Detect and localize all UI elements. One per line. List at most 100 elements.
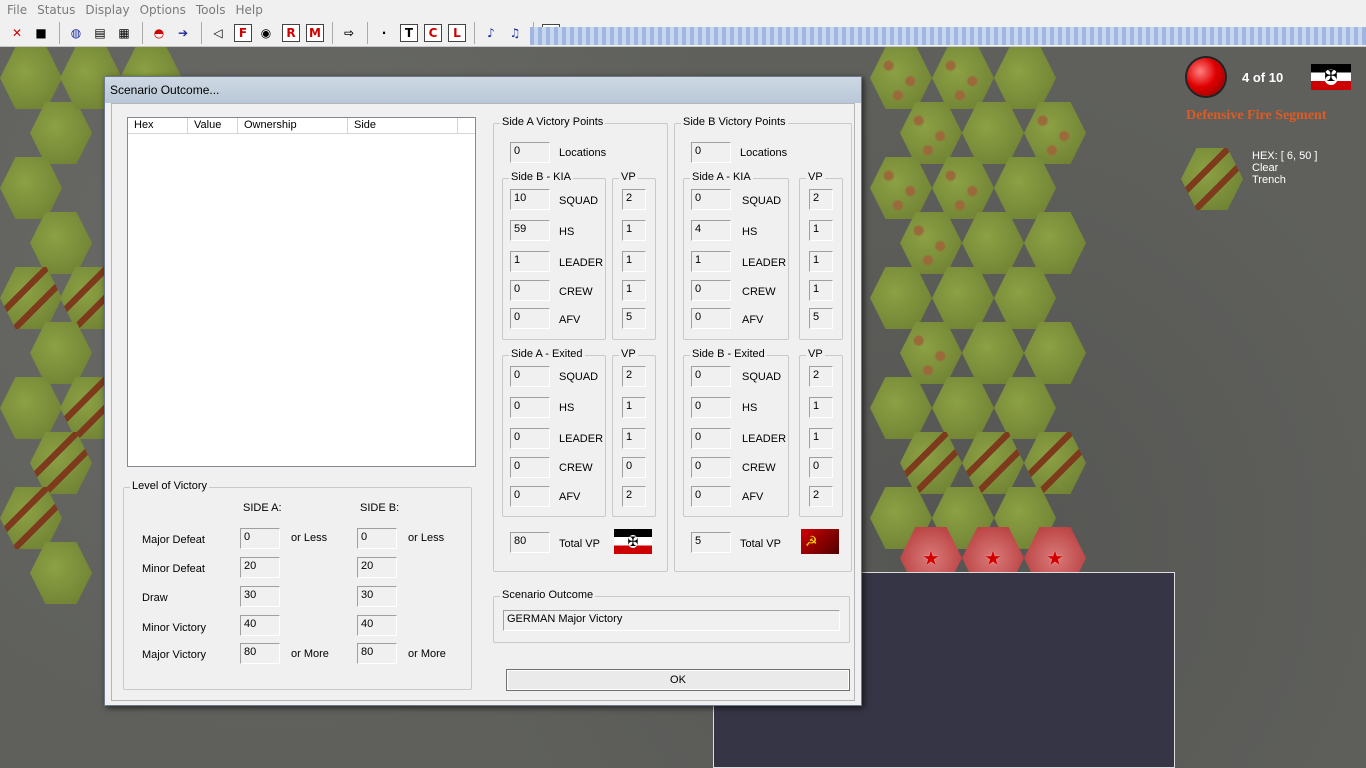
unit-label: CREW (559, 462, 593, 474)
l-button[interactable]: L (448, 23, 466, 42)
map-hex[interactable] (30, 212, 92, 274)
map-hex[interactable] (30, 322, 92, 384)
eye-icon[interactable]: ◉ (255, 22, 277, 44)
or-less-label: or Less (291, 532, 328, 544)
lov-label: Minor Victory (142, 622, 206, 634)
map-hex[interactable] (962, 212, 1024, 274)
map-hex[interactable] (932, 267, 994, 329)
map-hex[interactable] (0, 157, 62, 219)
map-hex[interactable] (994, 267, 1056, 329)
map-hex[interactable] (870, 157, 932, 219)
map-hex[interactable] (30, 432, 92, 494)
map-hex[interactable] (30, 542, 92, 604)
map-hex[interactable] (1024, 432, 1086, 494)
exited-count: 0 (691, 366, 731, 387)
exited-count: 0 (510, 457, 550, 478)
fx-icon[interactable]: ♪ (480, 22, 502, 44)
kia-vp: 5 (809, 308, 833, 329)
dialog-title[interactable]: Scenario Outcome... (105, 77, 861, 103)
grid-icon[interactable]: ▦ (113, 22, 135, 44)
group-label: Side A - Exited (509, 348, 585, 360)
music-icon[interactable]: ♫ (504, 22, 526, 44)
globe-icon[interactable]: ◍ (65, 22, 87, 44)
map-hex[interactable] (0, 267, 62, 329)
map-hex[interactable] (962, 102, 1024, 164)
map-hex[interactable] (994, 157, 1056, 219)
total-vp-label: Total VP (740, 538, 781, 550)
c-button[interactable]: C (424, 23, 442, 42)
lov-label: Major Defeat (142, 534, 205, 546)
dot-button[interactable]: · (373, 22, 395, 44)
side-a-draw: 30 (240, 586, 280, 607)
column-ownership[interactable]: Ownership (238, 118, 348, 133)
menu-display[interactable]: Display (80, 3, 134, 17)
exited-count: 0 (691, 428, 731, 449)
map-icon[interactable]: ▤ (89, 22, 111, 44)
map-hex[interactable] (900, 102, 962, 164)
side-a-total-vp: 80 (510, 532, 550, 553)
kia-vp: 2 (809, 189, 833, 210)
map-hex[interactable] (962, 322, 1024, 384)
move-button[interactable]: M (306, 23, 324, 42)
kia-vp: 1 (622, 220, 646, 241)
save-icon[interactable]: ■ (30, 22, 52, 44)
location-list[interactable]: Hex Value Ownership Side (127, 117, 476, 467)
map-hex[interactable] (870, 267, 932, 329)
total-vp-label: Total VP (559, 538, 600, 550)
map-hex[interactable] (0, 377, 62, 439)
map-hex[interactable] (1024, 102, 1086, 164)
locations-label: Locations (559, 147, 607, 159)
map-hex[interactable] (900, 432, 962, 494)
map-hex[interactable] (994, 377, 1056, 439)
map-hex[interactable] (1024, 322, 1086, 384)
exited-vp: 1 (622, 428, 646, 449)
map-hex[interactable] (962, 432, 1024, 494)
column-value[interactable]: Value (188, 118, 238, 133)
menu-status[interactable]: Status (32, 3, 80, 17)
toolbar-separator (332, 21, 333, 44)
map-hex[interactable] (30, 102, 92, 164)
fire-button[interactable]: F (234, 23, 252, 42)
column-hex[interactable]: Hex (128, 118, 188, 133)
exited-vp: 1 (622, 397, 646, 418)
map-hex[interactable] (870, 47, 932, 109)
map-hex[interactable] (932, 157, 994, 219)
menu-options[interactable]: Options (135, 3, 191, 17)
map-hex[interactable] (1024, 212, 1086, 274)
text-button[interactable]: T (400, 23, 418, 42)
unit-label: HS (742, 226, 758, 238)
map-hex[interactable] (932, 47, 994, 109)
side-b-kia-group: Side B - KIA 10 SQUAD 59 HS 1 LEADER 0 C… (502, 171, 606, 340)
group-label: VP (806, 348, 825, 360)
close-x-icon[interactable]: ✕ (6, 22, 28, 44)
menu-tools[interactable]: Tools (191, 3, 231, 17)
back-icon[interactable]: ◁ (207, 22, 229, 44)
advance-icon[interactable]: ➔ (172, 22, 194, 44)
rout-button[interactable]: R (282, 23, 300, 42)
map-hex[interactable] (900, 322, 962, 384)
side-a-exited-group: Side A - Exited 0 SQUAD 0 HS 0 LEADER 0 … (502, 348, 606, 517)
ok-button[interactable]: OK (506, 669, 850, 691)
kia-vp: 2 (622, 189, 646, 210)
kia-count: 0 (510, 280, 550, 301)
menu-help[interactable]: Help (230, 3, 267, 17)
unit-label: SQUAD (742, 371, 782, 383)
map-hex[interactable] (0, 47, 62, 109)
unit-label: HS (559, 402, 575, 414)
map-hex[interactable] (994, 47, 1056, 109)
side-a-minor-victory: 40 (240, 615, 280, 636)
menu-file[interactable]: File (2, 3, 32, 17)
unit-label: LEADER (559, 257, 604, 269)
hex-coordinates: HEX: [ 6, 50 ] (1252, 150, 1318, 162)
side-a-header: SIDE A: (243, 502, 282, 514)
map-hex[interactable] (0, 487, 62, 549)
turn-icon[interactable]: ◓ (148, 22, 170, 44)
map-hex[interactable] (900, 212, 962, 274)
or-more-label: or More (291, 648, 329, 660)
phase-indicator-icon[interactable] (1187, 58, 1225, 96)
toolbar-stripe (530, 27, 1366, 45)
column-side[interactable]: Side (348, 118, 458, 133)
map-hex[interactable] (932, 377, 994, 439)
arrow-icon[interactable]: ⇨ (338, 22, 360, 44)
map-hex[interactable] (870, 377, 932, 439)
